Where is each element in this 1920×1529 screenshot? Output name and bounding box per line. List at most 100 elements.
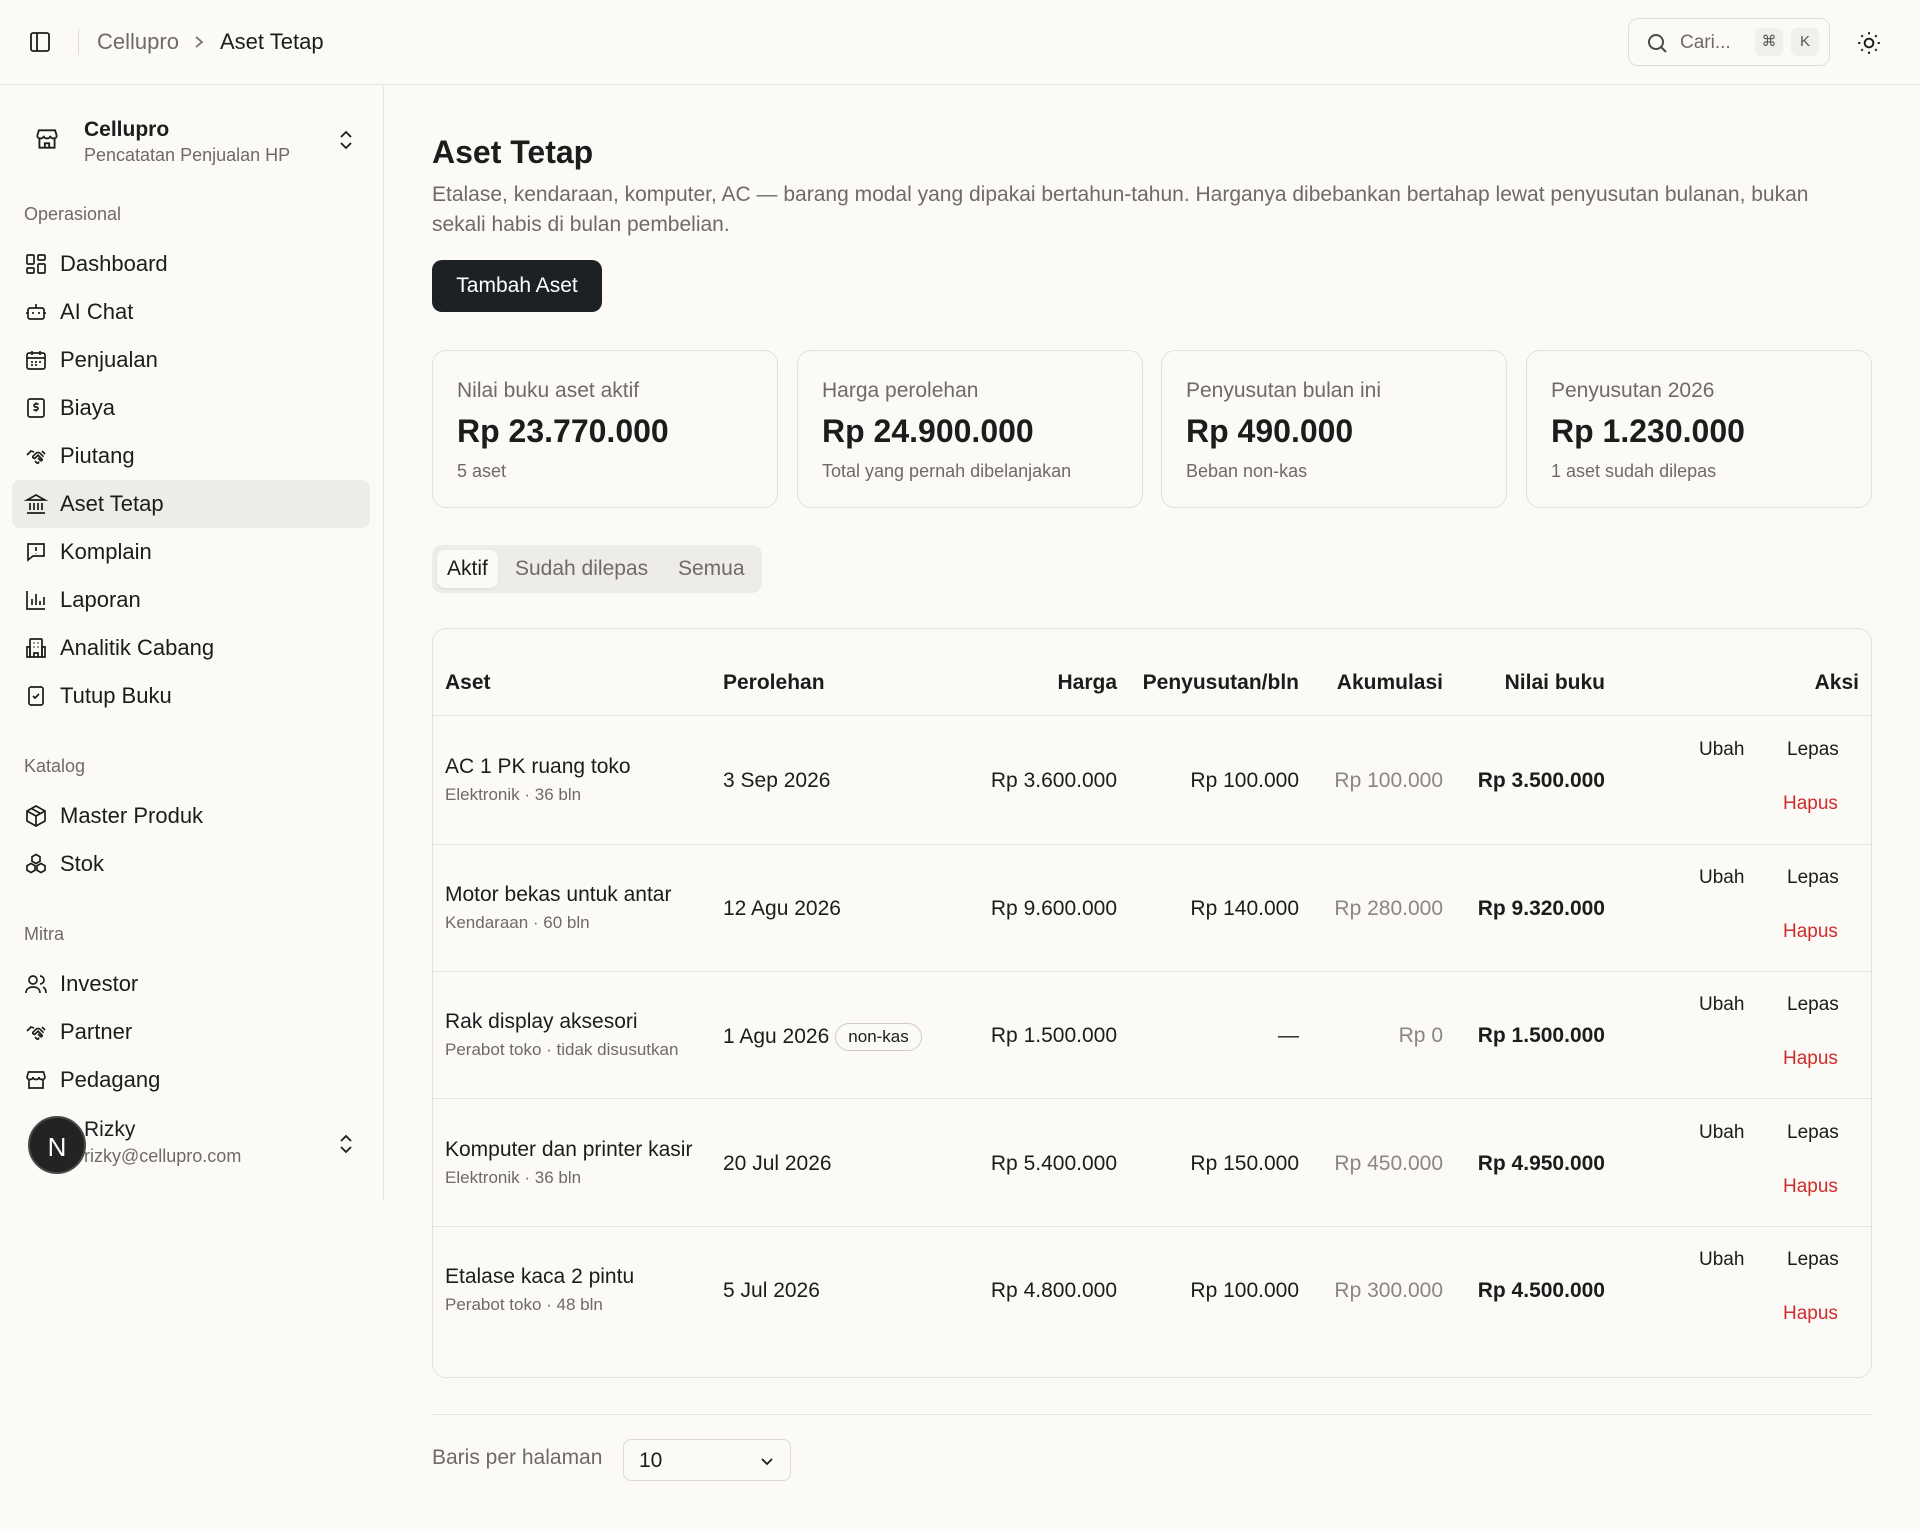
non-cash-badge: non-kas (835, 1023, 922, 1051)
sidebar-item-label: Analitik Cabang (60, 635, 215, 660)
tab-aktif[interactable]: Aktif (437, 550, 498, 588)
sidebar-item-partner[interactable]: Partner (12, 1008, 370, 1056)
sidebar-item-analitik-cabang[interactable]: Analitik Cabang (12, 624, 370, 672)
sidebar-item-label: Partner (60, 1019, 133, 1044)
bot-icon (24, 300, 48, 324)
user-menu[interactable]: N Rizky rizky@cellupro.com (12, 1108, 368, 1184)
top-bar: Cellupro Aset Tetap Cari... ⌘ K (0, 0, 1920, 85)
landmark-icon (23, 492, 49, 516)
chevrons-up-down-icon (336, 1132, 356, 1156)
chevrons-up-down-icon (336, 128, 356, 152)
column-header-penyusutan: Penyusutan/bln (1142, 671, 1299, 694)
asset-name: Rak display aksesori (445, 1010, 638, 1033)
asset-price: Rp 9.600.000 (990, 897, 1117, 920)
stat-sub: 1 aset sudah dilepas (1551, 461, 1717, 481)
clipboard-check-icon (24, 684, 48, 708)
receipt-icon (24, 396, 48, 420)
edit-button[interactable]: Ubah (1699, 738, 1744, 762)
stat-card-nilai-buku: Nilai buku aset aktif Rp 23.770.000 5 as… (432, 350, 778, 508)
delete-button[interactable]: Hapus (1783, 920, 1838, 944)
sidebar-item-pedagang[interactable]: Pedagang (12, 1056, 370, 1104)
sidebar-item-aset-tetap[interactable]: Aset Tetap (12, 480, 370, 528)
building-icon (24, 636, 48, 660)
store-icon (24, 1068, 48, 1092)
sidebar-item-label: Laporan (60, 587, 141, 612)
acquisition-date-text: 5 Jul 2026 (723, 1279, 820, 1302)
sidebar-item-dashboard[interactable]: Dashboard (12, 240, 370, 288)
sidebar-item-stok[interactable]: Stok (12, 840, 370, 888)
sidebar-item-penjualan[interactable]: Penjualan (12, 336, 370, 384)
edit-button[interactable]: Ubah (1699, 1248, 1744, 1272)
dispose-button[interactable]: Lepas (1787, 866, 1839, 890)
table-row: AC 1 PK ruang toko Elektronik · 36 bln 3… (433, 716, 1871, 844)
sun-icon[interactable] (1856, 30, 1882, 56)
asset-price: Rp 5.400.000 (990, 1152, 1117, 1175)
stat-card-penyusutan-bulan: Penyusutan bulan ini Rp 490.000 Beban no… (1161, 350, 1507, 508)
user-name: Rizky (84, 1118, 136, 1141)
asset-book-value: Rp 3.500.000 (1477, 769, 1605, 792)
sidebar-item-label: AI Chat (60, 299, 134, 324)
column-header-perolehan: Perolehan (723, 671, 825, 694)
sidebar-item-label: Komplain (60, 539, 152, 564)
brand-name: Cellupro (84, 118, 170, 141)
acquisition-date-text: 12 Agu 2026 (723, 897, 841, 920)
calendar-icon (24, 348, 48, 372)
delete-button[interactable]: Hapus (1783, 1047, 1838, 1071)
sidebar-item-label: Biaya (60, 395, 116, 420)
tab-semua[interactable]: Semua (668, 550, 755, 588)
rows-per-page-select[interactable]: 10 (623, 1439, 791, 1481)
dispose-button[interactable]: Lepas (1787, 1121, 1839, 1145)
asset-meta: Perabot toko · 48 bln (445, 1295, 603, 1314)
edit-button[interactable]: Ubah (1699, 866, 1744, 890)
acquisition-date: 20 Jul 2026 (723, 1151, 832, 1177)
breadcrumb-root[interactable]: Cellupro (97, 29, 179, 55)
asset-name: Komputer dan printer kasir (445, 1138, 693, 1161)
shortcut-key: K (1791, 28, 1819, 56)
sidebar-item-laporan[interactable]: Laporan (12, 576, 370, 624)
sidebar-item-investor[interactable]: Investor (12, 960, 370, 1008)
sidebar-item-ai-chat[interactable]: AI Chat (12, 288, 370, 336)
delete-button[interactable]: Hapus (1783, 1175, 1838, 1199)
asset-meta: Elektronik · 36 bln (445, 1168, 582, 1187)
stat-sub: Beban non-kas (1186, 461, 1308, 481)
rows-per-page-value: 10 (639, 1449, 663, 1472)
sidebar-toggle-icon[interactable] (28, 30, 52, 54)
column-header-akumulasi: Akumulasi (1336, 671, 1443, 694)
sidebar-item-biaya[interactable]: Biaya (12, 384, 370, 432)
sidebar-item-master-produk[interactable]: Master Produk (12, 792, 370, 840)
asset-accumulated: Rp 450.000 (1334, 1152, 1443, 1175)
edit-button[interactable]: Ubah (1699, 1121, 1744, 1145)
asset-book-value: Rp 4.500.000 (1477, 1279, 1605, 1302)
asset-name: Etalase kaca 2 pintu (445, 1265, 635, 1288)
chevron-right-icon (192, 28, 206, 56)
search-button[interactable]: Cari... ⌘ K (1628, 18, 1830, 66)
dispose-button[interactable]: Lepas (1787, 738, 1839, 762)
asset-book-value: Rp 4.950.000 (1477, 1152, 1605, 1175)
store-icon (34, 126, 60, 152)
asset-accumulated: Rp 300.000 (1334, 1279, 1443, 1302)
stat-label: Nilai buku aset aktif (457, 379, 640, 402)
asset-name: AC 1 PK ruang toko (445, 755, 631, 778)
asset-depreciation: Rp 100.000 (1190, 1279, 1299, 1302)
edit-button[interactable]: Ubah (1699, 993, 1744, 1017)
sidebar-item-label: Penjualan (60, 347, 158, 372)
stat-card-harga-perolehan: Harga perolehan Rp 24.900.000 Total yang… (797, 350, 1143, 508)
dispose-button[interactable]: Lepas (1787, 993, 1839, 1017)
stat-value: Rp 23.770.000 (457, 413, 669, 449)
sidebar-item-komplain[interactable]: Komplain (12, 528, 370, 576)
stat-sub: Total yang pernah dibelanjakan (822, 461, 1072, 481)
table-row: Komputer dan printer kasir Elektronik · … (433, 1099, 1871, 1227)
group-label-katalog: Katalog (24, 756, 86, 776)
delete-button[interactable]: Hapus (1783, 1302, 1838, 1326)
group-label-operasional: Operasional (24, 204, 122, 224)
sidebar-item-piutang[interactable]: Piutang (12, 432, 370, 480)
sidebar-item-tutup-buku[interactable]: Tutup Buku (12, 672, 370, 720)
dispose-button[interactable]: Lepas (1787, 1248, 1839, 1272)
brand-switcher[interactable]: Cellupro Pencatatan Penjualan HP (12, 96, 368, 180)
add-asset-button[interactable]: Tambah Aset (432, 260, 602, 312)
asset-depreciation: Rp 100.000 (1190, 769, 1299, 792)
avatar: N (28, 1116, 86, 1174)
tab-sudah-dilepas[interactable]: Sudah dilepas (505, 550, 658, 588)
asset-depreciation: Rp 140.000 (1190, 897, 1299, 920)
delete-button[interactable]: Hapus (1783, 792, 1838, 816)
